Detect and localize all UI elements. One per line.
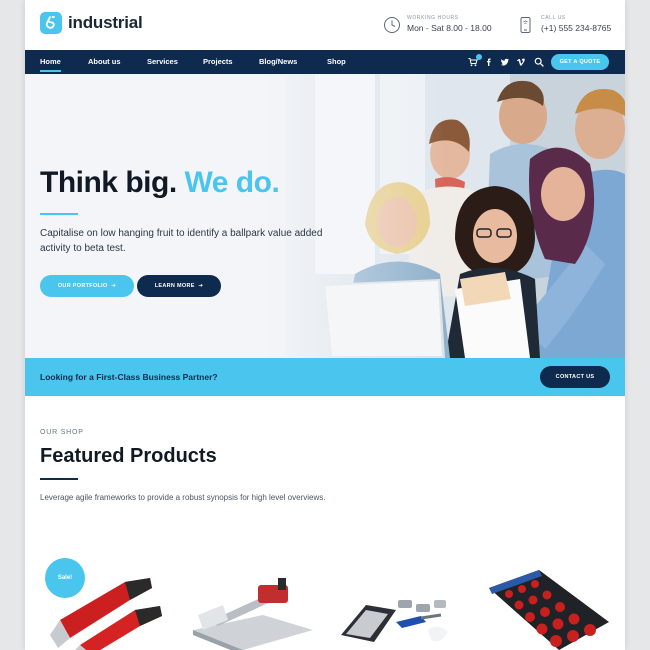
arrow-right-icon: ➔ <box>109 283 117 289</box>
clock-icon <box>384 17 400 33</box>
logo[interactable]: industrial <box>40 12 143 34</box>
vimeo-icon[interactable] <box>516 57 526 67</box>
hours-label: WORKING HOURS <box>407 15 459 21</box>
arrow-right-icon: ➔ <box>196 283 204 289</box>
brand-name: industrial <box>68 13 143 32</box>
hero-gradient-overlay <box>25 74 625 358</box>
nav-item-shop[interactable]: Shop <box>327 50 346 74</box>
nav-item-projects[interactable]: Projects <box>203 50 233 74</box>
get-quote-button[interactable]: GET A QUOTE <box>551 54 609 70</box>
main-nav: Home About us Services Projects Blog/New… <box>25 50 625 74</box>
page: industrial WORKING HOURS Mon - Sat 8.00 … <box>25 0 625 650</box>
nav-item-services[interactable]: Services <box>147 50 178 74</box>
search-icon[interactable] <box>534 57 544 67</box>
logo-icon <box>40 12 62 34</box>
shop-eyebrow: OUR SHOP <box>40 429 84 436</box>
product-tile-cutter[interactable] <box>188 560 318 650</box>
twitter-icon[interactable] <box>500 57 510 67</box>
learn-more-label: LEARN MORE <box>154 283 195 289</box>
product-tool-kit[interactable] <box>336 560 466 650</box>
hero-divider <box>40 213 78 215</box>
nav-item-home[interactable]: Home <box>40 50 61 74</box>
our-portfolio-label: OUR PORTFOLIO <box>57 283 108 289</box>
working-hours: WORKING HOURS Mon - Sat 8.00 - 18.00 <box>383 15 492 34</box>
hours-value: Mon - Sat 8.00 - 18.00 <box>407 23 492 33</box>
learn-more-button[interactable]: LEARN MORE ➔ <box>137 275 221 297</box>
call-label: CALL US <box>541 15 566 21</box>
top-header: industrial WORKING HOURS Mon - Sat 8.00 … <box>25 0 625 50</box>
hero-title-part2: We do. <box>184 166 280 199</box>
cta-text: Looking for a First-Class Business Partn… <box>40 372 218 382</box>
facebook-icon[interactable] <box>484 57 494 67</box>
phone-icon <box>520 17 531 33</box>
cart-count-badge <box>476 54 482 60</box>
hero-title: Think big. We do. <box>40 166 280 200</box>
product-socket-set[interactable] <box>484 560 614 650</box>
shop-title: Featured Products <box>40 445 217 467</box>
call-us: CALL US (+1) 555 234-8765 <box>517 15 611 34</box>
sale-badge: Sale! <box>45 558 85 598</box>
cta-band: Looking for a First-Class Business Partn… <box>25 358 625 396</box>
our-portfolio-button[interactable]: OUR PORTFOLIO ➔ <box>40 275 134 297</box>
hero-text: Capitalise on low hanging fruit to ident… <box>40 228 323 254</box>
call-value[interactable]: (+1) 555 234-8765 <box>541 22 611 34</box>
hero-section: Think big. We do. Capitalise on low hang… <box>25 74 625 358</box>
hero-title-part1: Think big. <box>40 166 177 199</box>
shop-divider <box>40 478 78 480</box>
contact-us-button[interactable]: CONTACT US <box>540 366 610 388</box>
nav-item-blog[interactable]: Blog/News <box>259 50 297 74</box>
nav-item-about[interactable]: About us <box>88 50 121 74</box>
shop-text: Leverage agile frameworks to provide a r… <box>40 493 326 502</box>
